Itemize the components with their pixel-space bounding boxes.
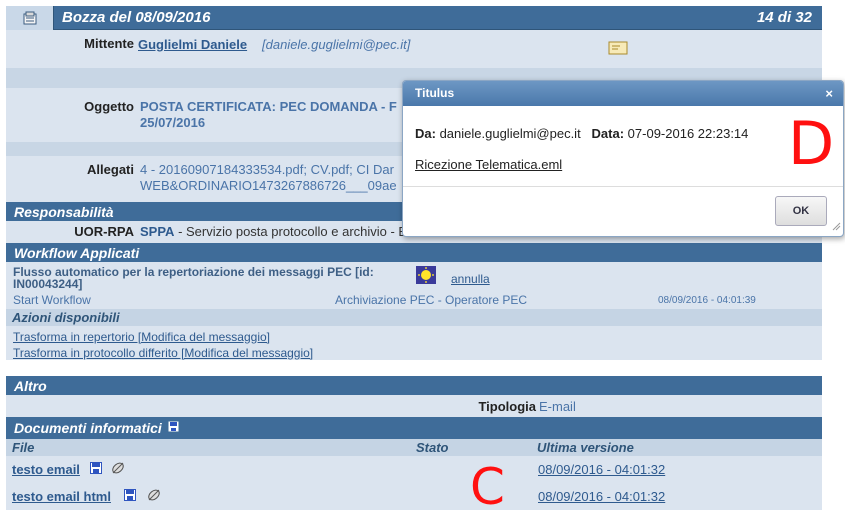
paperclip-icon[interactable] [110, 460, 126, 479]
annotation-d: D [788, 109, 835, 179]
workflow-header: Workflow Applicati [6, 243, 822, 262]
mittente-row: Mittente Guglielmi Daniele [daniele.gugl… [6, 30, 822, 68]
col-stato: Stato [416, 440, 449, 455]
annulla-link[interactable]: annulla [451, 272, 490, 286]
tipologia-row: Tipologia E-mail [6, 395, 822, 417]
dialog-titlebar: Titulus × [403, 81, 843, 106]
archiviazione-step: Archiviazione PEC - Operatore PEC [335, 293, 528, 307]
mittente-link[interactable]: Guglielmi Daniele [138, 37, 247, 52]
workflow-flow-title: Flusso automatico per la repertoriazione… [13, 265, 374, 291]
azioni-header: Azioni disponibili [6, 309, 822, 326]
documenti-title: Documenti informatici [14, 420, 162, 436]
workflow-date: 08/09/2016 - 04:01:39 [658, 295, 756, 306]
dialog-title: Titulus [415, 86, 455, 100]
page-counter: 14 di 32 [756, 9, 812, 26]
titulus-dialog: Titulus × Da: daniele.guglielmi@pec.it D… [402, 80, 844, 237]
tipologia-label: Tipologia [478, 399, 536, 414]
col-versione: Ultima versione [537, 440, 634, 455]
document-title: Bozza del 08/09/2016 [62, 9, 211, 26]
documento-link[interactable]: testo email [12, 462, 80, 477]
documento-row: testo email html 08/09/2016 - 04:01:32 [6, 482, 822, 510]
uor-rpa-value: - Servizio posta protocollo e archivio -… [178, 224, 408, 239]
envelope-icon[interactable] [608, 40, 628, 59]
azione-repertorio-link[interactable]: Trasforma in repertorio [Modifica del me… [13, 330, 270, 344]
tipologia-value: E-mail [539, 399, 576, 414]
attachment-link[interactable]: Ricezione Telematica.eml [415, 157, 562, 172]
dialog-body: Da: daniele.guglielmi@pec.it Data: 07-09… [403, 106, 843, 172]
resize-handle-icon[interactable] [831, 220, 841, 234]
documento-row: testo email 08/09/2016 - 04:01:32 [6, 456, 822, 482]
da-value: daniele.guglielmi@pec.it [439, 126, 581, 141]
gap [6, 360, 822, 376]
mittente-email: [daniele.guglielmi@pec.it] [262, 37, 411, 52]
workflow-section: Flusso automatico per la repertoriazione… [6, 262, 822, 360]
altro-header: Altro [6, 376, 822, 395]
altro-title: Altro [14, 377, 47, 394]
document-icon[interactable] [6, 5, 54, 30]
mittente-label: Mittente [84, 36, 134, 51]
documento-link[interactable]: testo email html [12, 489, 111, 504]
floppy-icon[interactable] [124, 489, 136, 504]
allegati-label: Allegati [87, 162, 134, 177]
col-file: File [12, 440, 35, 455]
dialog-footer: OK [403, 186, 843, 236]
oggetto-value-line2: 25/07/2016 [140, 115, 206, 130]
documenti-columns: File Stato Ultima versione [6, 439, 822, 456]
uor-rpa-label: UOR-RPA [74, 224, 134, 239]
workflow-title: Workflow Applicati [14, 244, 140, 261]
uor-rpa-code: SPPA [140, 224, 175, 239]
responsabilita-title: Responsabilità [14, 203, 114, 220]
documento-version-link[interactable]: 08/09/2016 - 04:01:32 [538, 489, 665, 504]
oggetto-label: Oggetto [84, 99, 134, 114]
sun-icon [416, 266, 436, 287]
annotation-c: C [470, 458, 505, 515]
paperclip-icon[interactable] [146, 487, 162, 506]
oggetto-value-line1: POSTA CERTIFICATA: PEC DOMANDA - F [140, 99, 397, 114]
data-value: 07-09-2016 22:23:14 [627, 126, 749, 141]
floppy-icon[interactable] [168, 421, 179, 435]
azione-protocollo-link[interactable]: Trasforma in protocollo differito [Modif… [13, 346, 313, 360]
data-label: Data: [591, 126, 625, 141]
start-workflow: Start Workflow [13, 293, 91, 307]
da-label: Da: [415, 126, 436, 141]
floppy-icon[interactable] [90, 462, 102, 477]
close-icon[interactable]: × [825, 81, 833, 106]
document-header: Bozza del 08/09/2016 14 di 32 [6, 5, 822, 30]
documenti-header: Documenti informatici [6, 417, 822, 439]
allegati-value-line2: WEB&ORDINARIO1473267886726___09ae [140, 178, 397, 193]
ok-button[interactable]: OK [775, 196, 827, 226]
allegati-value-line1: 4 - 20160907184333534.pdf; CV.pdf; CI Da… [140, 162, 394, 177]
documento-version-link[interactable]: 08/09/2016 - 04:01:32 [538, 462, 665, 477]
